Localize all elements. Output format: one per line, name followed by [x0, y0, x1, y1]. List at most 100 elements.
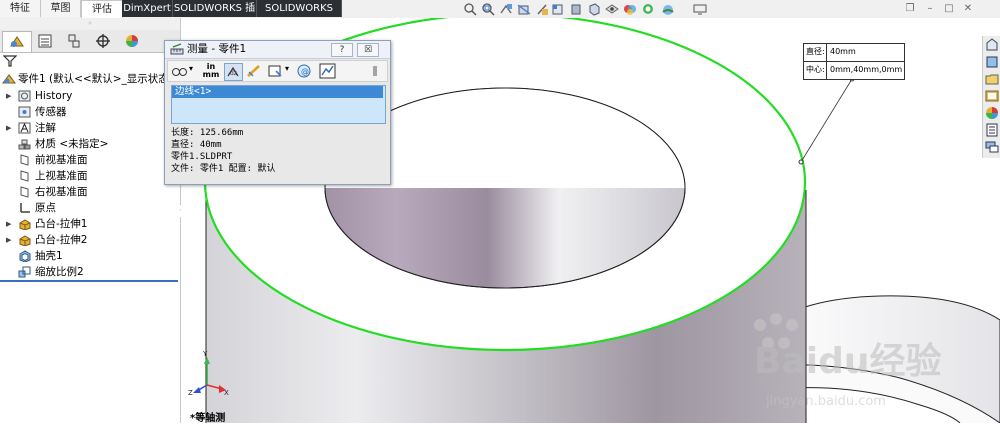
measure-tool-icon	[170, 43, 184, 55]
tab-solidworks-addins[interactable]: SOLIDWORKS 插件	[173, 0, 257, 31]
units-precision-button[interactable]: in mm	[201, 62, 221, 80]
shell-icon	[19, 250, 31, 262]
tree-item-material[interactable]: 材质 <未指定>	[0, 136, 178, 152]
dimxpert-manager-tab[interactable]	[89, 31, 117, 51]
tree-root-part[interactable]: 零件1 (默认<<默认>_显示状态 1>)	[2, 71, 192, 87]
section-view-icon[interactable]	[517, 3, 531, 16]
file-explorer-icon[interactable]	[985, 72, 999, 86]
previous-view-icon[interactable]	[499, 3, 513, 16]
plane-icon	[20, 154, 29, 166]
tab-features[interactable]: 特征	[0, 0, 41, 17]
appearances-icon[interactable]	[985, 106, 999, 120]
edit-appearance-icon[interactable]	[605, 3, 619, 16]
display-manager-tab[interactable]	[118, 31, 146, 51]
rollback-bar[interactable]	[0, 280, 178, 282]
window-minimize-icon[interactable]: –	[925, 4, 935, 14]
sensor-icon	[18, 106, 31, 118]
feature-manager-tab[interactable]	[2, 31, 32, 52]
configuration-manager-tab[interactable]	[60, 31, 88, 51]
measurement-history-icon[interactable]: @	[296, 63, 313, 79]
tree-item-top-plane[interactable]: 上视基准面	[0, 168, 178, 184]
arc-circle-measurements-icon[interactable]	[171, 63, 188, 79]
leader-anchor	[798, 159, 804, 165]
tab-solidworks-mbd[interactable]: SOLIDWORKS MBD	[257, 0, 342, 31]
command-manager-tabs: 特征 草图 评估 DimXpert SOLIDWORKS 插件 SOLIDWOR…	[0, 0, 1000, 31]
callout-diameter-value: 40mm	[830, 47, 856, 56]
property-manager-tab[interactable]	[31, 31, 59, 51]
expand-arrow-icon[interactable]: ▶	[6, 216, 11, 232]
svg-text:X: X	[224, 389, 229, 397]
tree-item-right-plane[interactable]: 右视基准面	[0, 184, 178, 200]
dynamic-annotation-icon[interactable]	[535, 3, 549, 16]
selection-list-item[interactable]: 边线<1>	[172, 86, 383, 98]
close-button[interactable]: ☒	[357, 43, 379, 57]
watermark-url: jingyan.baidu.com	[765, 394, 886, 409]
callout-center-value: 0mm,40mm,0mm	[830, 65, 903, 74]
show-xyz-measurements-icon[interactable]: dz	[224, 63, 243, 81]
callout-diameter-label: 直径:	[806, 47, 825, 56]
filter-icon[interactable]	[3, 55, 17, 67]
plane-icon	[20, 170, 29, 182]
solidworks-resources-icon[interactable]	[985, 38, 999, 52]
tree-item-boss-extrude-2[interactable]: ▶ 凸台-拉伸2	[0, 232, 178, 248]
collapse-toolbar-icon[interactable]	[366, 63, 383, 79]
create-sensor-icon[interactable]	[319, 63, 336, 79]
tree-item-annotations[interactable]: ▶ 注解	[0, 120, 178, 136]
tree-item-label: 原点	[35, 202, 56, 214]
selection-listbox[interactable]: 边线<1>	[171, 85, 386, 124]
window-close-icon[interactable]: ✕	[963, 4, 973, 14]
file-config-result: 文件: 零件1 配置: 默认	[171, 164, 276, 174]
tree-item-front-plane[interactable]: 前视基准面	[0, 152, 178, 168]
scene-icon[interactable]	[661, 3, 675, 16]
tree-item-label: 凸台-拉伸2	[35, 234, 88, 246]
task-pane	[982, 36, 1000, 158]
part-icon	[2, 74, 16, 84]
tree-item-sensors[interactable]: 传感器	[0, 104, 178, 120]
expand-arrow-icon[interactable]: ▶	[6, 120, 11, 136]
tree-item-origin[interactable]: 原点	[0, 200, 178, 216]
view-settings-icon[interactable]	[641, 3, 655, 16]
tree-item-label: 抽壳1	[35, 250, 63, 262]
measure-callout: 直径: 40mm 中心: 0mm,40mm,0mm	[803, 43, 905, 80]
part-result: 零件1.SLDPRT	[171, 152, 233, 162]
monitor-icon[interactable]	[693, 3, 707, 16]
window-maximize-icon[interactable]: □	[944, 4, 954, 14]
tree-item-shell-1[interactable]: 抽壳1	[0, 248, 178, 264]
tree-item-label: 上视基准面	[35, 170, 88, 182]
zoom-to-fit-icon[interactable]	[463, 3, 477, 16]
manager-tabs	[0, 30, 180, 53]
forum-icon[interactable]	[985, 140, 999, 154]
configuration-manager-icon	[68, 34, 80, 48]
baidu-jingyan-watermark: Baidu经验 jingyan.baidu.com	[754, 313, 941, 409]
display-style-icon[interactable]	[569, 3, 583, 16]
zoom-to-area-icon[interactable]	[481, 3, 495, 16]
custom-properties-icon[interactable]	[985, 123, 999, 137]
apply-scene-icon[interactable]	[623, 3, 637, 16]
help-button[interactable]: ?	[331, 43, 353, 57]
origin-icon	[20, 203, 30, 213]
point-to-point-icon[interactable]	[245, 63, 262, 79]
window-restore-icon[interactable]: ❐	[905, 4, 915, 14]
measure-dialog-titlebar[interactable]: 测量 - 零件1 ? ☒	[165, 41, 390, 59]
hide-show-items-icon[interactable]	[587, 3, 601, 16]
svg-text:Z: Z	[188, 389, 193, 397]
view-orientation-icon[interactable]	[551, 3, 565, 16]
dropdown-arrow-icon[interactable]: ▾	[189, 64, 193, 73]
tree-item-boss-extrude-1[interactable]: ▶ 凸台-拉伸1	[0, 216, 178, 232]
tab-sketch[interactable]: 草图	[41, 0, 81, 17]
boss-extrude-icon	[19, 235, 31, 246]
tree-item-history[interactable]: ▶ History	[0, 88, 178, 104]
svg-text:dz: dz	[230, 70, 237, 77]
projected-on-icon[interactable]	[267, 63, 284, 79]
dimxpert-crosshair-icon	[96, 34, 110, 48]
tree-item-scale-2[interactable]: 缩放比例2	[0, 264, 178, 280]
view-palette-icon[interactable]	[985, 89, 999, 103]
dropdown-arrow-icon-2[interactable]: ▾	[285, 64, 289, 73]
callout-row-divider	[804, 61, 904, 62]
expand-arrow-icon[interactable]: ▶	[6, 88, 11, 104]
design-library-icon[interactable]	[985, 55, 999, 69]
tab-dimxpert[interactable]: DimXpert	[122, 0, 173, 17]
expand-arrow-icon[interactable]: ▶	[6, 232, 11, 248]
tree-item-label: 凸台-拉伸1	[35, 218, 88, 230]
tab-evaluate[interactable]: 评估	[81, 0, 123, 19]
